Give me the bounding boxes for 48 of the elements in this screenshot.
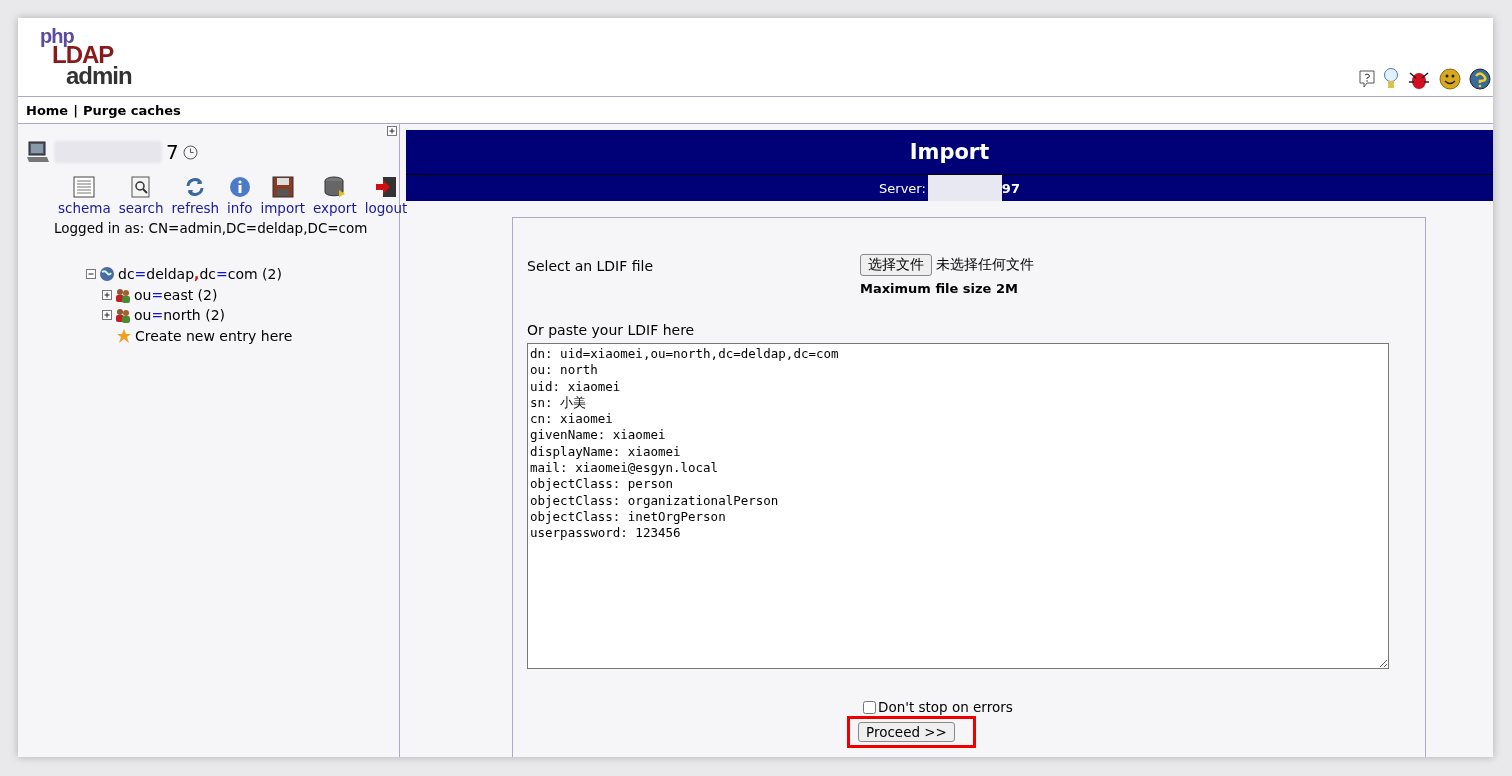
expand-icon[interactable]	[102, 310, 112, 321]
toolbar-link[interactable]: schema	[58, 176, 111, 216]
help-bubble-icon[interactable]	[1359, 70, 1375, 88]
login-info: Logged in as: CN=admin,DC=deldap,DC=com	[54, 220, 369, 236]
toolbar-link[interactable]: info	[227, 176, 253, 216]
clock-icon[interactable]	[182, 144, 198, 160]
tree-item-link[interactable]: ou=east (2)	[134, 286, 218, 303]
server-name[interactable]: 7	[166, 140, 179, 164]
database-icon[interactable]	[322, 176, 347, 198]
document-icon[interactable]	[73, 176, 96, 198]
people-icon	[115, 307, 131, 324]
light-bulb-icon[interactable]	[1383, 68, 1399, 90]
max-size-note: Maximum file size 2M	[860, 281, 1019, 296]
exit-door-icon[interactable]	[375, 176, 398, 198]
separator-text: |	[73, 102, 78, 118]
toolbar-link[interactable]: export	[313, 176, 357, 216]
search-icon[interactable]	[130, 176, 153, 198]
expand-panel-icon[interactable]	[387, 126, 397, 136]
toolbar-link[interactable]: refresh	[171, 176, 220, 216]
star-icon	[116, 327, 132, 344]
computer-icon	[26, 140, 50, 164]
tree-item-link[interactable]: dc=deldap,dc=com (2)	[118, 266, 282, 283]
smiley-icon[interactable]	[1439, 68, 1461, 90]
checkbox-label: Don't stop on errors	[878, 699, 1013, 715]
page-title: Import	[406, 130, 1493, 175]
nav-link[interactable]: Purge caches	[82, 102, 181, 118]
checkbox[interactable]	[863, 700, 876, 714]
logo: php LDAP admin	[39, 28, 132, 90]
help-icon[interactable]	[1469, 68, 1491, 90]
info-icon[interactable]	[228, 176, 251, 198]
file-label: Select an LDIF file	[527, 257, 655, 276]
server-label: Server:	[879, 180, 926, 196]
tree-item-link[interactable]: Create new entry here	[135, 327, 293, 344]
expand-icon[interactable]	[102, 289, 112, 300]
paste-label: Or paste your LDIF here	[527, 322, 696, 338]
globe-icon	[99, 266, 115, 283]
choose-file-button[interactable]: 选择文件	[860, 254, 932, 276]
file-status: 未选择任何文件	[936, 256, 1034, 274]
nav-link[interactable]: Home	[26, 102, 69, 118]
collapse-icon[interactable]	[86, 269, 96, 280]
tree-item-link[interactable]: ou=north (2)	[134, 307, 226, 324]
server-name: 97	[1001, 180, 1020, 196]
people-icon	[115, 286, 131, 303]
proceed-button[interactable]: Proceed >>	[858, 722, 955, 742]
toolbar-link[interactable]: import	[260, 176, 305, 216]
toolbar-link[interactable]: logout	[364, 176, 408, 216]
toolbar-link[interactable]: search	[118, 176, 164, 216]
ldif-textarea[interactable]: dn: uid=xiaomei,ou=north,dc=deldap,dc=com ou: north uid: xiaomei sn: 小美 cn: xiaomei givenName: xiaomei displayName: xiaomei mail: xiaomei@esgyn.local objectClass: person objectClass: organizationalPerson objectClass: inetOrgPerson userpassword: 123456	[527, 343, 1389, 669]
